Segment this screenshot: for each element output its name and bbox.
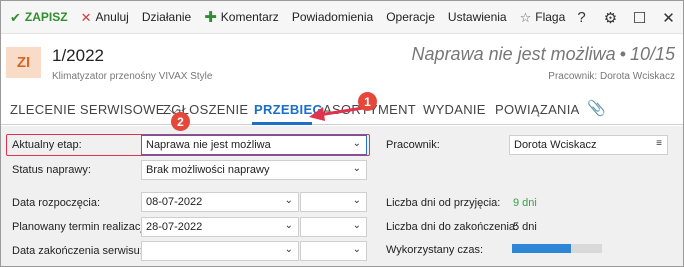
flag-button[interactable]: ☆ Flaga [520,10,566,24]
operations-menu[interactable]: Operacje [386,10,435,24]
worker-label: Pracownik: [386,139,440,151]
document-number: 1/2022 [52,46,104,65]
days-to-end-label: Liczba dni do zakończenia: [386,221,519,233]
progress-fill [512,244,571,253]
start-date-label: Data rozpoczęcia: [12,197,101,209]
chevron-down-icon: ⌄ [352,195,361,206]
plus-icon: ✚ [204,8,217,26]
tab-przebieg[interactable]: PRZEBIEG [254,102,323,117]
help-icon[interactable]: ? [567,9,596,26]
repair-status-select[interactable]: Brak możliwości naprawy ⌄ [141,160,367,180]
check-icon: ✔ [10,9,21,25]
document-type-badge: ZI [6,47,41,78]
save-button[interactable]: ✔ ZAPISZ [10,10,68,24]
header-worker: Pracownik: Dorota Wciskacz [548,71,675,82]
settings-menu[interactable]: Ustawienia [448,10,507,24]
status-separator: • [619,44,626,64]
end-date-field[interactable]: ⌄ [141,241,299,261]
end-time-field[interactable]: ⌄ [300,241,367,261]
document-subtitle: Klimatyzator przenośny VIVAX Style [52,71,213,82]
end-date-label: Data zakończenia serwisu: [12,245,143,257]
add-comment-button[interactable]: ✚ Komentarz [204,10,279,25]
time-used-label: Wykorzystany czas: [386,244,484,256]
time-used-progress [512,244,602,253]
tab-zlecenie-serwisowe[interactable]: ZLECENIE SERWISOWE ⌵ [10,102,179,118]
current-stage-select[interactable]: Naprawa nie jest możliwa ⌄ [141,135,367,155]
window: ✔ ZAPISZ ✕ Anuluj Działanie ✚ Komentarz … [0,0,684,267]
callout-badge-1: 1 [358,92,377,111]
chevron-down-icon: ⌄ [352,220,361,231]
start-time-field[interactable]: ⌄ [300,192,367,212]
status-title: Naprawa nie jest możliwa • 10/15 [412,44,675,65]
cancel-button[interactable]: ✕ Anuluj [81,10,129,24]
notifications-menu[interactable]: Powiadomienia [292,10,373,24]
days-since-value: 9 dni [513,197,537,209]
worker-field[interactable]: Dorota Wciskacz ≡ [509,135,668,155]
status-step: 10/15 [629,44,675,64]
days-to-end-value: 5 dni [513,221,537,233]
chevron-down-icon: ⌄ [284,195,293,206]
close-icon[interactable]: ✕ [654,9,683,27]
chevron-down-icon: ⌄ [284,244,293,255]
form-panel: Aktualny etap: Naprawa nie jest możliwa … [1,126,683,266]
current-stage-label: Aktualny etap: [12,139,82,151]
close-x-icon: ✕ [80,9,92,25]
planned-date-label: Planowany termin realizacji: [12,221,149,233]
active-tab-indicator [252,122,312,125]
maximize-icon[interactable]: ☐ [625,9,654,27]
days-since-label: Liczba dni od przyjęcia: [386,197,501,209]
paperclip-icon[interactable]: 📎 [587,99,606,117]
chevron-down-icon: ⌄ [284,220,293,231]
planned-time-field[interactable]: ⌄ [300,217,367,237]
action-menu[interactable]: Działanie [142,10,191,24]
list-icon[interactable]: ≡ [656,138,662,149]
chevron-down-icon: ⌄ [352,138,361,149]
star-icon: ☆ [519,9,532,25]
toolbar: ✔ ZAPISZ ✕ Anuluj Działanie ✚ Komentarz … [1,1,683,34]
start-date-field[interactable]: 08-07-2022 ⌄ [141,192,299,212]
tab-powiazania[interactable]: POWIĄZANIA [495,102,580,117]
chevron-down-icon: ⌄ [352,244,361,255]
tab-wydanie[interactable]: WYDANIE [423,102,486,117]
repair-status-label: Status naprawy: [12,164,91,176]
window-controls: ? ⚙ ☐ ✕ [567,1,683,34]
document-header: ZI 1/2022 Klimatyzator przenośny VIVAX S… [1,34,683,94]
callout-badge-2: 2 [171,112,190,131]
planned-date-field[interactable]: 28-07-2022 ⌄ [141,217,299,237]
chevron-down-icon: ⌄ [352,163,361,174]
tab-bar: ZLECENIE SERWISOWE ⌵ ZGŁOSZENIE PRZEBIEG… [1,94,683,125]
status-text: Naprawa nie jest możliwa [411,44,616,64]
gear-icon[interactable]: ⚙ [596,9,625,27]
